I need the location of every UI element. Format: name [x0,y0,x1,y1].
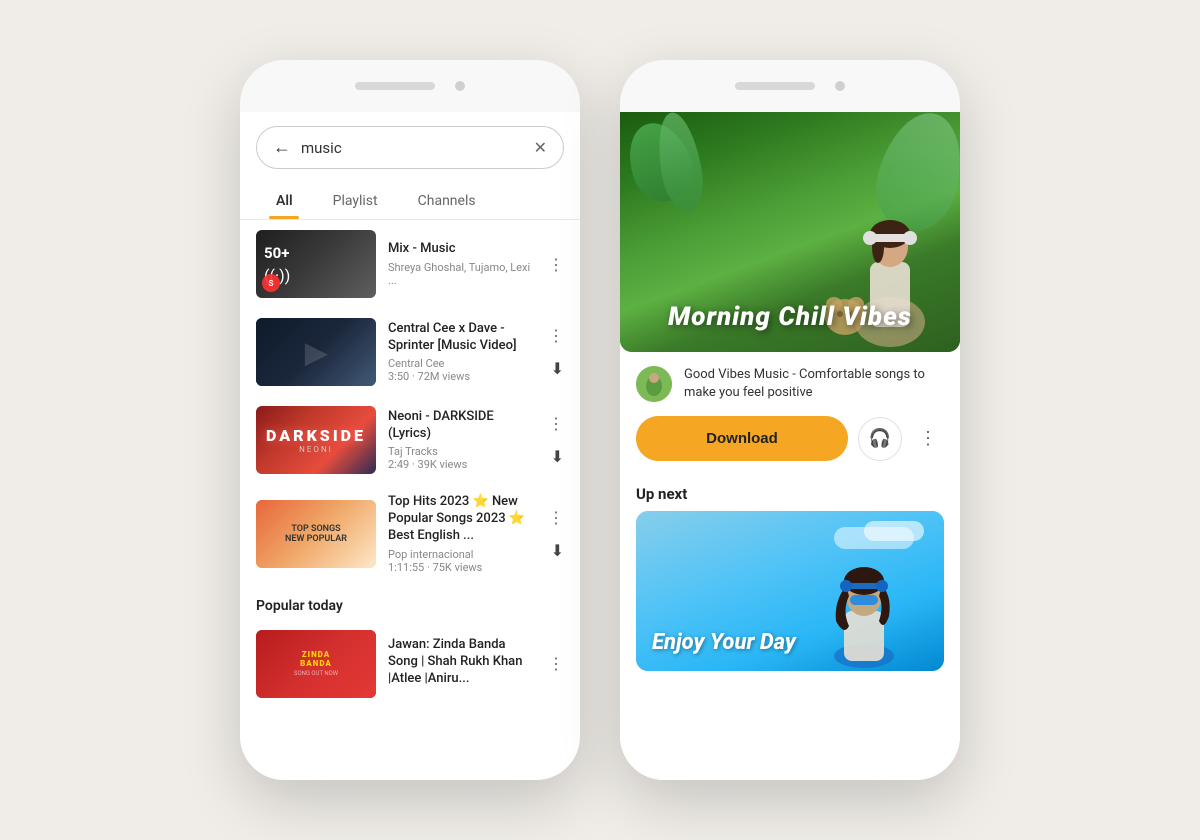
thumb-tophits: TOP SONGSNEW POPULAR [256,500,376,568]
result-info-mix: Mix - Music Shreya Ghoshal, Tujamo, Lexi… [388,241,536,287]
result-info-tophits: Top Hits 2023 ⭐ New Popular Songs 2023 ⭐… [388,494,536,574]
result-actions-mix: ⋮ [548,255,564,274]
headphone-button[interactable]: 🎧 [858,417,902,461]
more-icon: ⋮ [919,428,937,449]
next-track-thumb[interactable]: Enjoy Your Day [636,511,944,671]
back-icon[interactable]: ← [273,137,291,158]
left-phone: ← music ✕ All Playlist Channels 50+ ((·)… [240,60,580,780]
right-phone-content: Morning Chill Vibes Good Vibes Music - C… [620,112,960,780]
search-bar[interactable]: ← music ✕ [256,126,564,169]
result-sub-central: Central Cee [388,357,536,370]
dots-icon-zinda[interactable]: ⋮ [548,654,564,673]
dots-icon-mix[interactable]: ⋮ [548,255,564,274]
right-phone: Morning Chill Vibes Good Vibes Music - C… [620,60,960,780]
avatar-svg [636,366,672,402]
result-sub-tophits: Pop internacional [388,548,536,561]
search-query[interactable]: music [301,139,524,157]
result-sub-mix: Shreya Ghoshal, Tujamo, Lexi ... [388,261,536,287]
left-phone-content: ← music ✕ All Playlist Channels 50+ ((·)… [240,112,580,780]
result-item-central[interactable]: ▶ Central Cee x Dave - Sprinter [Music V… [240,308,580,396]
download-icon-central[interactable]: ⬇ [551,359,564,378]
result-item-mix[interactable]: 50+ ((·)) S Mix - Music Shreya Ghoshal, … [240,220,580,308]
mix-spinnin-icon: S [262,274,280,292]
tab-channels[interactable]: Channels [398,183,496,219]
left-phone-camera [455,81,465,91]
result-actions-central: ⋮ ⬇ [548,326,564,378]
next-girl-svg [814,531,914,671]
result-title-darkside: Neoni - DARKSIDE (Lyrics) [388,409,536,443]
result-info-central: Central Cee x Dave - Sprinter [Music Vid… [388,321,536,384]
tab-all[interactable]: All [256,183,313,219]
result-meta-tophits: 1:11:55 · 75K views [388,561,536,574]
player-content: Morning Chill Vibes Good Vibes Music - C… [620,112,960,780]
result-actions-darkside: ⋮ ⬇ [548,414,564,466]
channel-avatar [636,366,672,402]
result-title-mix: Mix - Music [388,241,536,258]
tabs-row: All Playlist Channels [240,183,580,220]
result-meta-darkside: 2:49 · 39K views [388,458,536,471]
popular-today-label: Popular today [240,584,580,620]
dots-icon-tophits[interactable]: ⋮ [548,508,564,527]
mix-count: 50+ [264,244,289,262]
result-actions-tophits: ⋮ ⬇ [548,508,564,560]
result-actions-zinda: ⋮ [548,654,564,673]
result-info-darkside: Neoni - DARKSIDE (Lyrics) Taj Tracks 2:4… [388,409,536,472]
channel-row: Good Vibes Music - Comfortable songs to … [620,352,960,416]
darkside-text: DARKSIDE NEONI [266,426,366,454]
thumb-darkside: DARKSIDE NEONI [256,406,376,474]
hero-image: Morning Chill Vibes [620,112,960,352]
left-phone-speaker [355,82,435,90]
result-item-tophits[interactable]: TOP SONGSNEW POPULAR Top Hits 2023 ⭐ New… [240,484,580,584]
channel-description: Good Vibes Music - Comfortable songs to … [684,366,944,402]
up-next-label: Up next [620,475,960,511]
result-title-zinda: Jawan: Zinda Banda Song | Shah Rukh Khan… [388,637,536,688]
clear-icon[interactable]: ✕ [534,138,547,157]
more-options-button[interactable]: ⋮ [912,423,944,455]
thumb-mix: 50+ ((·)) S [256,230,376,298]
thumb-central: ▶ [256,318,376,386]
next-track-title: Enjoy Your Day [652,630,796,655]
headphone-icon: 🎧 [869,428,891,449]
darkside-sub: NEONI [266,445,366,454]
result-info-zinda: Jawan: Zinda Banda Song | Shah Rukh Khan… [388,637,536,691]
result-sub-darkside: Taj Tracks [388,445,536,458]
download-icon-darkside[interactable]: ⬇ [551,447,564,466]
download-icon-tophits[interactable]: ⬇ [551,541,564,560]
download-button[interactable]: Download [636,416,848,461]
dots-icon-central[interactable]: ⋮ [548,326,564,345]
download-row: Download 🎧 ⋮ [620,416,960,475]
result-item-darkside[interactable]: DARKSIDE NEONI Neoni - DARKSIDE (Lyrics)… [240,396,580,484]
tab-playlist[interactable]: Playlist [313,183,398,219]
darkside-title: DARKSIDE [266,426,366,445]
result-title-tophits: Top Hits 2023 ⭐ New Popular Songs 2023 ⭐… [388,494,536,545]
hero-title: Morning Chill Vibes [620,302,960,332]
left-phone-top-bar [240,60,580,112]
result-meta-central: 3:50 · 72M views [388,370,536,383]
thumb-zinda: ZINDABANDA SONG OUT NOW [256,630,376,698]
results-list: 50+ ((·)) S Mix - Music Shreya Ghoshal, … [240,220,580,758]
right-phone-speaker [735,82,815,90]
right-phone-camera [835,81,845,91]
dots-icon-darkside[interactable]: ⋮ [548,414,564,433]
right-phone-top-bar [620,60,960,112]
result-item-zinda[interactable]: ZINDABANDA SONG OUT NOW Jawan: Zinda Ban… [240,620,580,708]
result-title-central: Central Cee x Dave - Sprinter [Music Vid… [388,321,536,355]
